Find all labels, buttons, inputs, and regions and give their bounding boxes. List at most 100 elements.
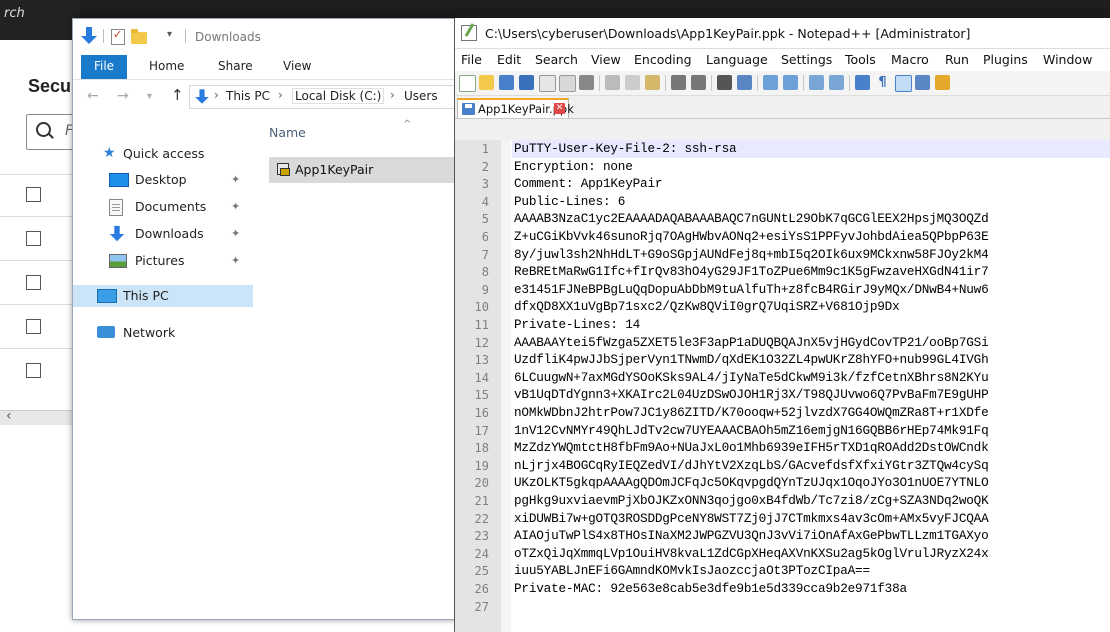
menu-tools[interactable]: Tools <box>845 52 876 67</box>
code-line: 6LCuugwN+7axMGdYSOoKSks9AL4/jIyNaTe5dCkw… <box>514 369 989 385</box>
line-number: 17 <box>474 423 489 438</box>
nav-downloads-label: Downloads <box>135 226 204 241</box>
new-folder-icon[interactable] <box>131 29 147 44</box>
desktop-icon <box>109 173 129 187</box>
background-search-fragment[interactable]: rch <box>0 0 80 40</box>
save-all-icon[interactable] <box>519 75 534 90</box>
pin-icon[interactable]: ✦ <box>231 250 240 272</box>
line-number: 19 <box>474 458 489 473</box>
line-number: 2 <box>481 159 489 174</box>
line-number: 25 <box>474 564 489 579</box>
nav-this-pc[interactable]: This PC <box>73 285 253 307</box>
nav-quick-access-label: Quick access <box>123 146 205 161</box>
notepad-toolbar: ¶ <box>455 71 1110 96</box>
menu-encoding[interactable]: Encoding <box>634 52 692 67</box>
close-all-icon[interactable] <box>559 75 576 92</box>
paste-icon[interactable] <box>645 75 660 90</box>
horizontal-scrollbar[interactable] <box>0 408 80 425</box>
address-bar[interactable]: › This PC › Local Disk (C:) › Users <box>189 85 457 109</box>
ribbon-tab-view[interactable]: View <box>283 55 311 79</box>
show-all-characters-icon[interactable]: ¶ <box>875 75 890 90</box>
menu-plugins[interactable]: Plugins <box>983 52 1028 67</box>
back-arrow-icon[interactable]: ← <box>87 88 99 104</box>
indent-guide-icon[interactable] <box>895 75 912 92</box>
replace-icon[interactable] <box>737 75 752 90</box>
line-number: 7 <box>481 247 489 262</box>
document-map-icon[interactable] <box>915 75 930 90</box>
menu-search[interactable]: Search <box>535 52 578 67</box>
forward-arrow-icon[interactable]: → <box>117 88 129 104</box>
menu-run[interactable]: Run <box>945 52 969 67</box>
new-file-icon[interactable] <box>459 75 476 92</box>
menu-macro[interactable]: Macro <box>891 52 929 67</box>
pin-icon[interactable]: ✦ <box>231 169 240 191</box>
zoom-in-icon[interactable] <box>763 75 778 90</box>
breadcrumb-local-disk[interactable]: Local Disk (C:) <box>292 88 385 104</box>
cut-icon[interactable] <box>605 75 620 90</box>
code-line: Z+uCGiKbVvk46sunoRjq7OAgHWbvAONq2+esiYsS… <box>514 229 989 244</box>
function-list-icon[interactable] <box>935 75 950 90</box>
divider <box>757 75 758 91</box>
close-file-icon[interactable] <box>539 75 556 92</box>
putty-key-file-icon <box>275 161 290 177</box>
copy-icon[interactable] <box>625 75 640 90</box>
recent-locations-icon[interactable]: ▾ <box>147 91 152 102</box>
row-checkbox[interactable] <box>26 187 41 202</box>
divider <box>103 29 104 43</box>
sync-vertical-icon[interactable] <box>809 75 824 90</box>
row-checkbox[interactable] <box>26 275 41 290</box>
undo-icon[interactable] <box>671 75 686 90</box>
pin-icon[interactable]: ✦ <box>231 223 240 245</box>
chevron-right-icon[interactable]: › <box>390 88 395 102</box>
save-icon[interactable] <box>499 75 514 90</box>
menu-file[interactable]: File <box>461 52 482 67</box>
line-number: 15 <box>474 388 489 403</box>
row-checkbox[interactable] <box>26 363 41 378</box>
menu-view[interactable]: View <box>591 52 621 67</box>
editor-area[interactable]: 1 2 3 4 5 6 7 8 9 10 11 12 13 14 15 16 17 18 19 20 21 22 23 24 2… <box>455 140 1110 632</box>
ribbon-tab-file[interactable]: File <box>81 55 127 79</box>
line-number: 20 <box>474 476 489 491</box>
word-wrap-icon[interactable] <box>855 75 870 90</box>
menu-window[interactable]: Window <box>1043 52 1092 67</box>
divider <box>0 174 80 175</box>
explorer-title: Downloads <box>195 30 261 44</box>
row-checkbox[interactable] <box>26 231 41 246</box>
column-header-name[interactable]: Name <box>269 125 306 140</box>
quick-access-dropdown-icon[interactable]: ▾ <box>167 29 172 40</box>
code-line: nLjrjx4BOGCqRyIEQZedVI/dJhYtV2XzqLbS/GAc… <box>514 457 989 473</box>
divider <box>849 75 850 91</box>
menu-edit[interactable]: Edit <box>497 52 521 67</box>
up-arrow-icon[interactable]: ↑ <box>171 86 184 104</box>
sync-horizontal-icon[interactable] <box>829 75 844 90</box>
address-bar-row: ← → ▾ ↑ › This PC › Local Disk (C:) › Us… <box>73 80 457 114</box>
breadcrumb-this-pc[interactable]: This PC <box>226 89 270 103</box>
code-line: Private-MAC: 92e563e8cab5e3dfe9b1e5d339c… <box>514 581 907 596</box>
code-line: PuTTY-User-Key-File-2: ssh-rsa <box>514 141 737 156</box>
line-number: 4 <box>481 194 489 209</box>
line-number: 27 <box>474 599 489 614</box>
zoom-out-icon[interactable] <box>783 75 798 90</box>
properties-icon[interactable] <box>111 28 125 45</box>
ribbon-tab-share[interactable]: Share <box>218 55 253 79</box>
print-icon[interactable] <box>579 75 594 90</box>
menu-settings[interactable]: Settings <box>781 52 832 67</box>
breadcrumb-users[interactable]: Users <box>404 89 438 103</box>
ribbon-tab-home[interactable]: Home <box>149 55 184 79</box>
close-tab-icon[interactable]: ✕ <box>554 103 565 114</box>
find-icon[interactable] <box>717 75 732 90</box>
code-line: AAAAB3NzaC1yc2EAAAADAQABAAABAQC7nGUNtL29… <box>514 211 989 227</box>
line-number: 23 <box>474 529 489 544</box>
menu-language[interactable]: Language <box>706 52 768 67</box>
file-row[interactable]: App1KeyPair <box>269 157 457 183</box>
code-line: oTZxQiJqXmmqLVp1OuiHV8kvaL1ZdCGpXHeqAXVn… <box>514 545 989 561</box>
chevron-right-icon[interactable]: › <box>214 88 219 102</box>
chevron-right-icon[interactable]: › <box>278 88 283 102</box>
code-line: 1nV12CvNMYr49QhLJdTv2cw7UYEAAACBAOh5mZ16… <box>514 422 989 438</box>
tab-app1keypair[interactable]: App1KeyPair.ppk ✕ <box>457 98 574 118</box>
row-checkbox[interactable] <box>26 319 41 334</box>
redo-icon[interactable] <box>691 75 706 90</box>
open-file-icon[interactable] <box>479 75 494 90</box>
pin-icon[interactable]: ✦ <box>231 196 240 218</box>
file-name: App1KeyPair <box>295 162 374 177</box>
